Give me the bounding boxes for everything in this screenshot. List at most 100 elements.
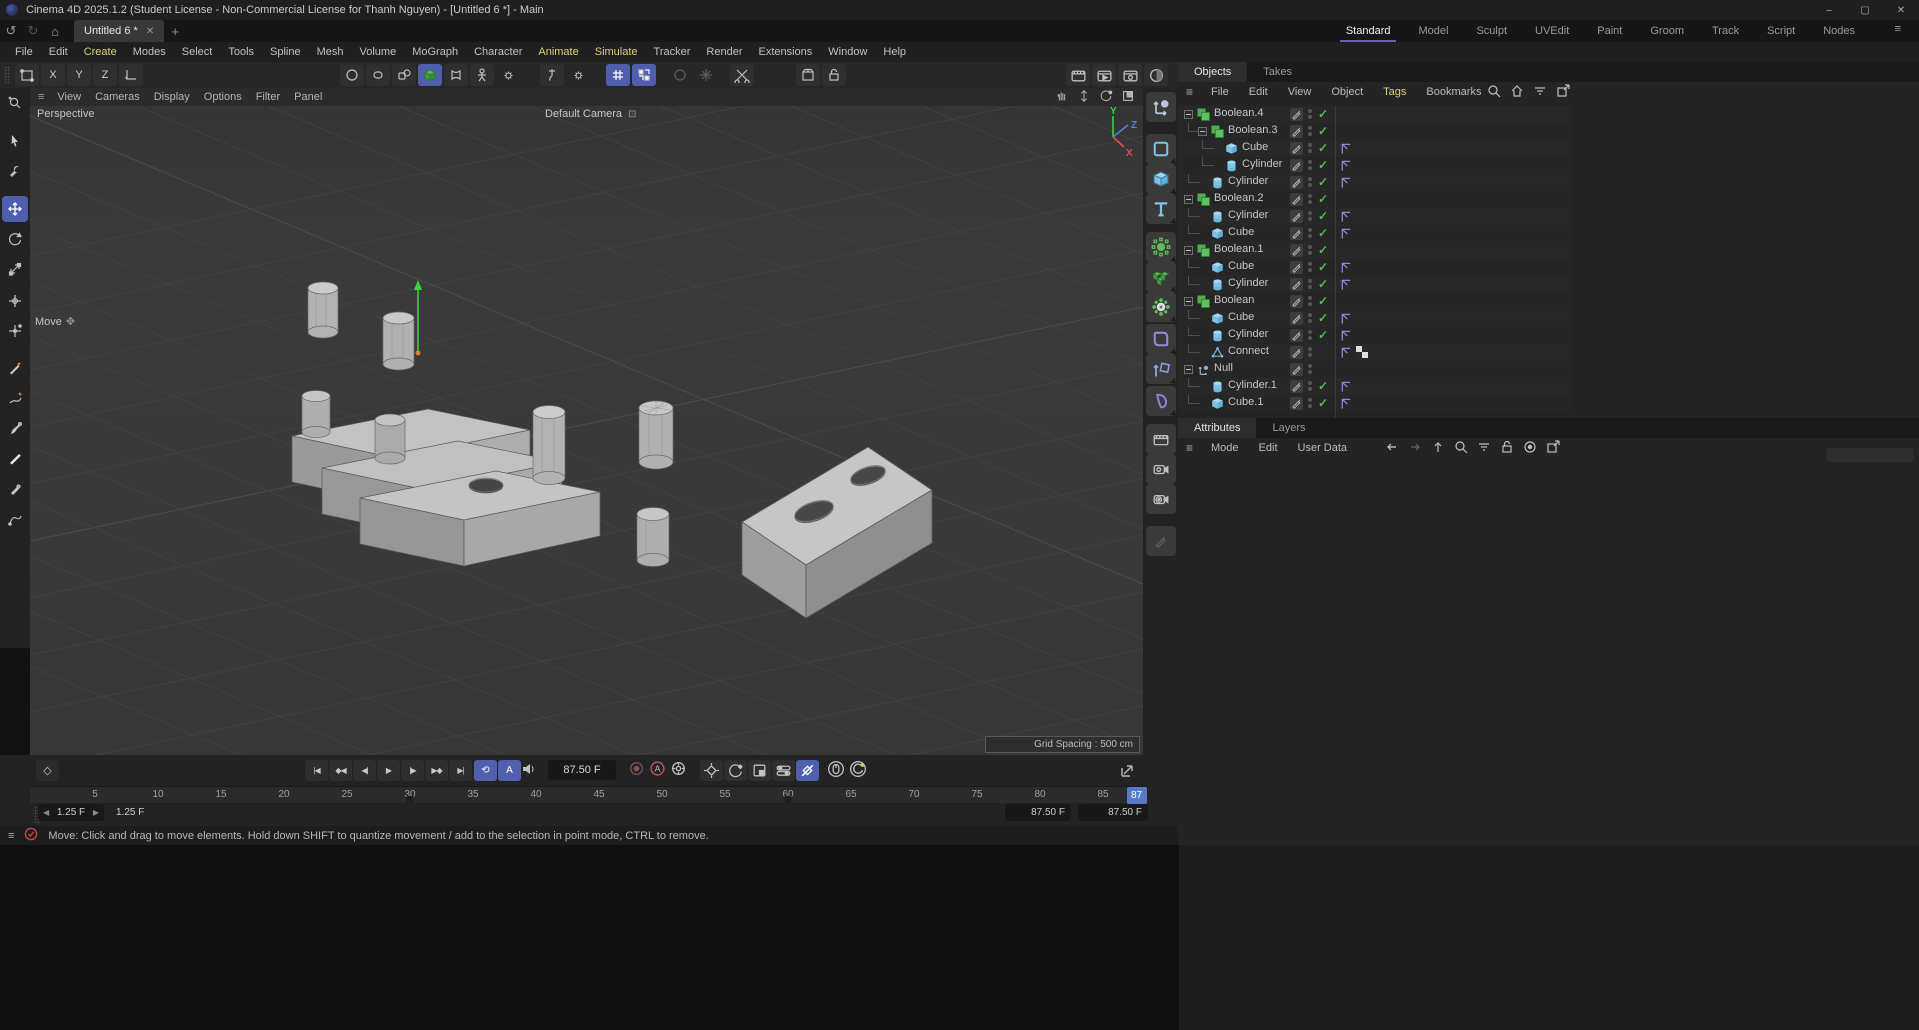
visibility-dots[interactable]: [1308, 364, 1312, 376]
edit-pencil-icon[interactable]: [1290, 346, 1303, 359]
volume-builder-button[interactable]: [1146, 262, 1176, 292]
asset-box-icon[interactable]: [796, 64, 820, 86]
viewport-menu-view[interactable]: View: [50, 91, 88, 103]
capsule-icon[interactable]: [366, 64, 390, 86]
axis-system-icon[interactable]: [119, 64, 143, 86]
menu-modes[interactable]: Modes: [126, 46, 173, 58]
tree-row-cylinder[interactable]: Cylinder✓: [1178, 276, 1572, 293]
render-view-icon[interactable]: [1066, 64, 1090, 86]
autokey-ring-icon[interactable]: A: [649, 760, 666, 780]
camera-toggle-icon[interactable]: ⊡: [628, 109, 636, 120]
menu-character[interactable]: Character: [467, 46, 529, 58]
nav-axis-button[interactable]: [1146, 92, 1176, 122]
key-parameter-icon[interactable]: [772, 760, 795, 781]
menu-extensions[interactable]: Extensions: [751, 46, 819, 58]
export-icon[interactable]: [1545, 439, 1561, 458]
expander-icon[interactable]: [1184, 110, 1193, 119]
projection-label[interactable]: Perspective: [37, 108, 94, 120]
viewport-menu-panel[interactable]: Panel: [287, 91, 329, 103]
autokey-a-toggle[interactable]: A: [498, 760, 521, 781]
pin-constraint-icon[interactable]: [540, 64, 564, 86]
objects-menu-icon[interactable]: ≡: [1186, 85, 1193, 99]
edit-pencil-icon[interactable]: [1290, 142, 1303, 155]
expander-icon[interactable]: [1184, 246, 1193, 255]
edit-pencil-icon[interactable]: [1290, 312, 1303, 325]
ruler-marker-30[interactable]: [407, 796, 414, 804]
annotate-pencil-button[interactable]: [1146, 526, 1176, 556]
object-name[interactable]: Boolean.1: [1214, 243, 1264, 255]
disabled-ring-icon[interactable]: [668, 64, 692, 86]
attributes-menu-icon[interactable]: ≡: [1186, 441, 1193, 455]
minimize-button[interactable]: –: [1811, 0, 1847, 20]
tree-row-cylinder[interactable]: Cylinder✓: [1178, 157, 1572, 174]
undo-icon[interactable]: ↺: [0, 20, 22, 42]
new-tab-button[interactable]: +: [164, 20, 186, 42]
record-ring-icon[interactable]: [340, 64, 364, 86]
enabled-check-icon[interactable]: ✓: [1318, 141, 1328, 155]
mograph-cloner-button[interactable]: [1146, 232, 1176, 262]
object-name[interactable]: Cylinder: [1228, 175, 1268, 187]
record-target-icon[interactable]: [1522, 439, 1538, 458]
enabled-check-icon[interactable]: ✓: [1318, 209, 1328, 223]
menu-simulate[interactable]: Simulate: [588, 46, 645, 58]
viewport-menu-icon[interactable]: ≡: [38, 91, 44, 103]
camera-settings-button[interactable]: [1146, 484, 1176, 514]
key-rotation-icon[interactable]: [724, 760, 747, 781]
object-name[interactable]: Cylinder.1: [1228, 379, 1277, 391]
visibility-dots[interactable]: [1308, 109, 1312, 121]
character-settings-gear-icon[interactable]: [496, 64, 520, 86]
range-start-field[interactable]: 87.50 F: [1005, 804, 1071, 821]
layout-tab-model[interactable]: Model: [1404, 20, 1462, 42]
arrow-up-icon[interactable]: [1430, 439, 1446, 458]
objects-menu-object[interactable]: Object: [1321, 86, 1373, 98]
visibility-dots[interactable]: [1308, 330, 1312, 342]
axis-lock-z-button[interactable]: Z: [93, 64, 117, 86]
arrow-left-icon[interactable]: [1384, 439, 1400, 458]
redo-icon[interactable]: ↻: [22, 20, 44, 42]
rotate-record-icon[interactable]: [849, 760, 867, 781]
viewport-menu-options[interactable]: Options: [197, 91, 249, 103]
tree-row-cube[interactable]: Cube✓: [1178, 140, 1572, 157]
object-name[interactable]: Null: [1214, 362, 1233, 374]
layout-tab-sculpt[interactable]: Sculpt: [1462, 20, 1521, 42]
tree-row-cylinder.1[interactable]: Cylinder.1 ✓: [1178, 378, 1572, 395]
visibility-dots[interactable]: [1308, 279, 1312, 291]
object-name[interactable]: Boolean.2: [1214, 192, 1264, 204]
export-icon[interactable]: [1555, 83, 1571, 102]
expander-icon[interactable]: [1184, 195, 1193, 204]
visibility-dots[interactable]: [1308, 347, 1312, 359]
visibility-dots[interactable]: [1308, 228, 1312, 240]
layout-menu-icon[interactable]: ≡: [1895, 23, 1901, 35]
attributes-menu-user-data[interactable]: User Data: [1288, 442, 1358, 454]
edit-pencil-icon[interactable]: [1290, 363, 1303, 376]
ruler-marker-60[interactable]: [785, 796, 792, 804]
menu-volume[interactable]: Volume: [353, 46, 404, 58]
objects-menu-file[interactable]: File: [1201, 86, 1239, 98]
axis-lock-y-button[interactable]: Y: [67, 64, 91, 86]
phong-tag-icon[interactable]: [1340, 346, 1352, 362]
tree-row-cube[interactable]: Cube✓: [1178, 225, 1572, 242]
menu-edit[interactable]: Edit: [42, 46, 75, 58]
phong-tag-icon[interactable]: [1340, 227, 1352, 243]
filter-icon[interactable]: [1532, 83, 1548, 102]
snap-grid-icon[interactable]: [606, 64, 630, 86]
objects-menu-tags[interactable]: Tags: [1373, 86, 1416, 98]
tree-row-cylinder[interactable]: Cylinder✓: [1178, 327, 1572, 344]
knife-tool-button[interactable]: [2, 445, 28, 471]
range-end-field[interactable]: 87.50 F: [1078, 804, 1148, 821]
edit-pencil-icon[interactable]: [1290, 176, 1303, 189]
objects-menu-bookmarks[interactable]: Bookmarks: [1416, 86, 1491, 98]
sketch-pen-button[interactable]: [2, 385, 28, 411]
objects-menu-edit[interactable]: Edit: [1239, 86, 1278, 98]
constraint-settings-gear-icon[interactable]: [566, 64, 590, 86]
spline-wrap-button[interactable]: [2, 507, 28, 533]
object-name[interactable]: Cylinder: [1242, 158, 1282, 170]
enabled-check-icon[interactable]: ✓: [1318, 379, 1328, 393]
spline-rect-button[interactable]: [1146, 134, 1176, 164]
enabled-check-icon[interactable]: ✓: [1318, 175, 1328, 189]
visibility-dots[interactable]: [1308, 211, 1312, 223]
menu-help[interactable]: Help: [876, 46, 913, 58]
tweak-wrench-button[interactable]: [2, 158, 28, 184]
quantize-grid-icon[interactable]: [632, 64, 656, 86]
record-dot-icon[interactable]: [628, 760, 645, 780]
